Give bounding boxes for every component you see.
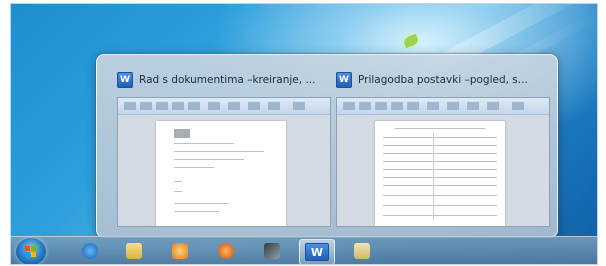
thumbnail-title: Prilagodba postavki –pogled, s... xyxy=(358,74,528,86)
document-thumbnail[interactable] xyxy=(336,97,550,227)
internet-explorer-icon xyxy=(82,243,98,259)
document-area xyxy=(118,115,330,226)
window-thumbnail-2[interactable]: W Prilagodba postavki –pogled, s... xyxy=(336,71,550,227)
folder-icon xyxy=(354,243,370,259)
thumbnail-title-bar[interactable]: W Rad s dokumentima –kreiranje, ... xyxy=(117,71,329,89)
word-icon: W xyxy=(336,72,352,88)
window-thumbnail-1[interactable]: W Rad s dokumentima –kreiranje, ... xyxy=(117,71,331,227)
document-thumbnail[interactable] xyxy=(117,97,331,227)
thumbnail-title: Rad s dokumentima –kreiranje, ... xyxy=(139,74,316,86)
ribbon xyxy=(337,98,549,115)
taskbar: W xyxy=(11,236,597,264)
start-button[interactable] xyxy=(16,238,46,264)
file-explorer-button[interactable] xyxy=(117,239,151,263)
word-icon: W xyxy=(117,72,133,88)
app-icon xyxy=(264,243,280,259)
wallpaper-leaf xyxy=(402,33,420,49)
firefox-button[interactable] xyxy=(209,239,243,263)
taskbar-thumbnail-preview: W Rad s dokumentima –kreiranje, ... W Pr… xyxy=(96,54,558,238)
internet-explorer-button[interactable] xyxy=(73,239,107,263)
ribbon xyxy=(118,98,330,115)
windows-logo-icon xyxy=(25,246,37,257)
document-area xyxy=(337,115,549,226)
word-taskbar-button[interactable]: W xyxy=(299,239,335,264)
app-button[interactable] xyxy=(255,239,289,263)
thumbnail-title-bar[interactable]: W Prilagodba postavki –pogled, s... xyxy=(336,71,548,89)
file-explorer-icon xyxy=(126,243,142,259)
document-page xyxy=(375,121,505,226)
desktop: W Rad s dokumentima –kreiranje, ... W Pr… xyxy=(10,3,598,265)
firefox-icon xyxy=(218,243,234,259)
folder-button[interactable] xyxy=(345,239,379,263)
media-player-icon xyxy=(172,243,188,259)
word-icon: W xyxy=(305,243,329,261)
document-page xyxy=(156,121,286,226)
media-player-button[interactable] xyxy=(163,239,197,263)
